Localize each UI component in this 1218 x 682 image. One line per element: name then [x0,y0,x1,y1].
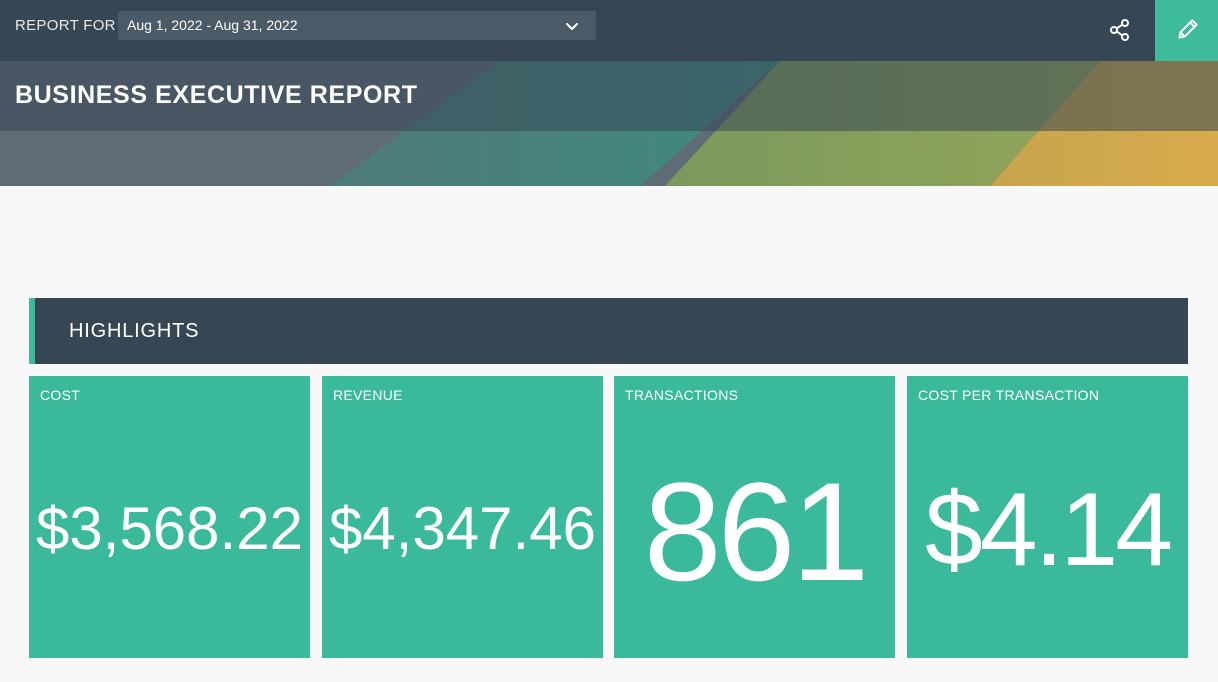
date-range-value: Aug 1, 2022 - Aug 31, 2022 [127,17,298,33]
transactions-tile[interactable]: TRANSACTIONS 861 [614,376,895,658]
report-banner: BUSINESS EXECUTIVE REPORT [0,61,1218,186]
share-button[interactable] [1096,6,1144,54]
tile-value: $3,568.22 [36,495,303,562]
report-for-label: REPORT FOR [15,17,116,34]
highlights-title: HIGHLIGHTS [69,320,200,342]
date-range-select[interactable]: Aug 1, 2022 - Aug 31, 2022 [118,11,596,40]
revenue-tile[interactable]: REVENUE $4,347.46 [322,376,603,658]
title-strip: BUSINESS EXECUTIVE REPORT [0,61,1218,131]
tile-value: 861 [643,453,870,610]
highlights-section-header: HIGHLIGHTS [29,298,1188,364]
pencil-icon [1178,19,1198,39]
tile-value: $4.14 [924,472,1173,588]
tile-label: COST [40,387,81,403]
tile-label: COST PER TRANSACTION [918,387,1100,403]
cost-per-transaction-tile[interactable]: COST PER TRANSACTION $4.14 [907,376,1188,658]
top-bar: REPORT FOR Aug 1, 2022 - Aug 31, 2022 [0,0,1218,61]
tile-label: TRANSACTIONS [625,387,739,403]
cost-tile[interactable]: COST $3,568.22 [29,376,310,658]
tile-label: REVENUE [333,387,403,403]
tile-value: $4,347.46 [329,495,596,562]
share-icon [1110,19,1129,41]
page-title: BUSINESS EXECUTIVE REPORT [15,81,418,109]
edit-button[interactable] [1155,0,1218,61]
chevron-down-icon [566,23,578,30]
